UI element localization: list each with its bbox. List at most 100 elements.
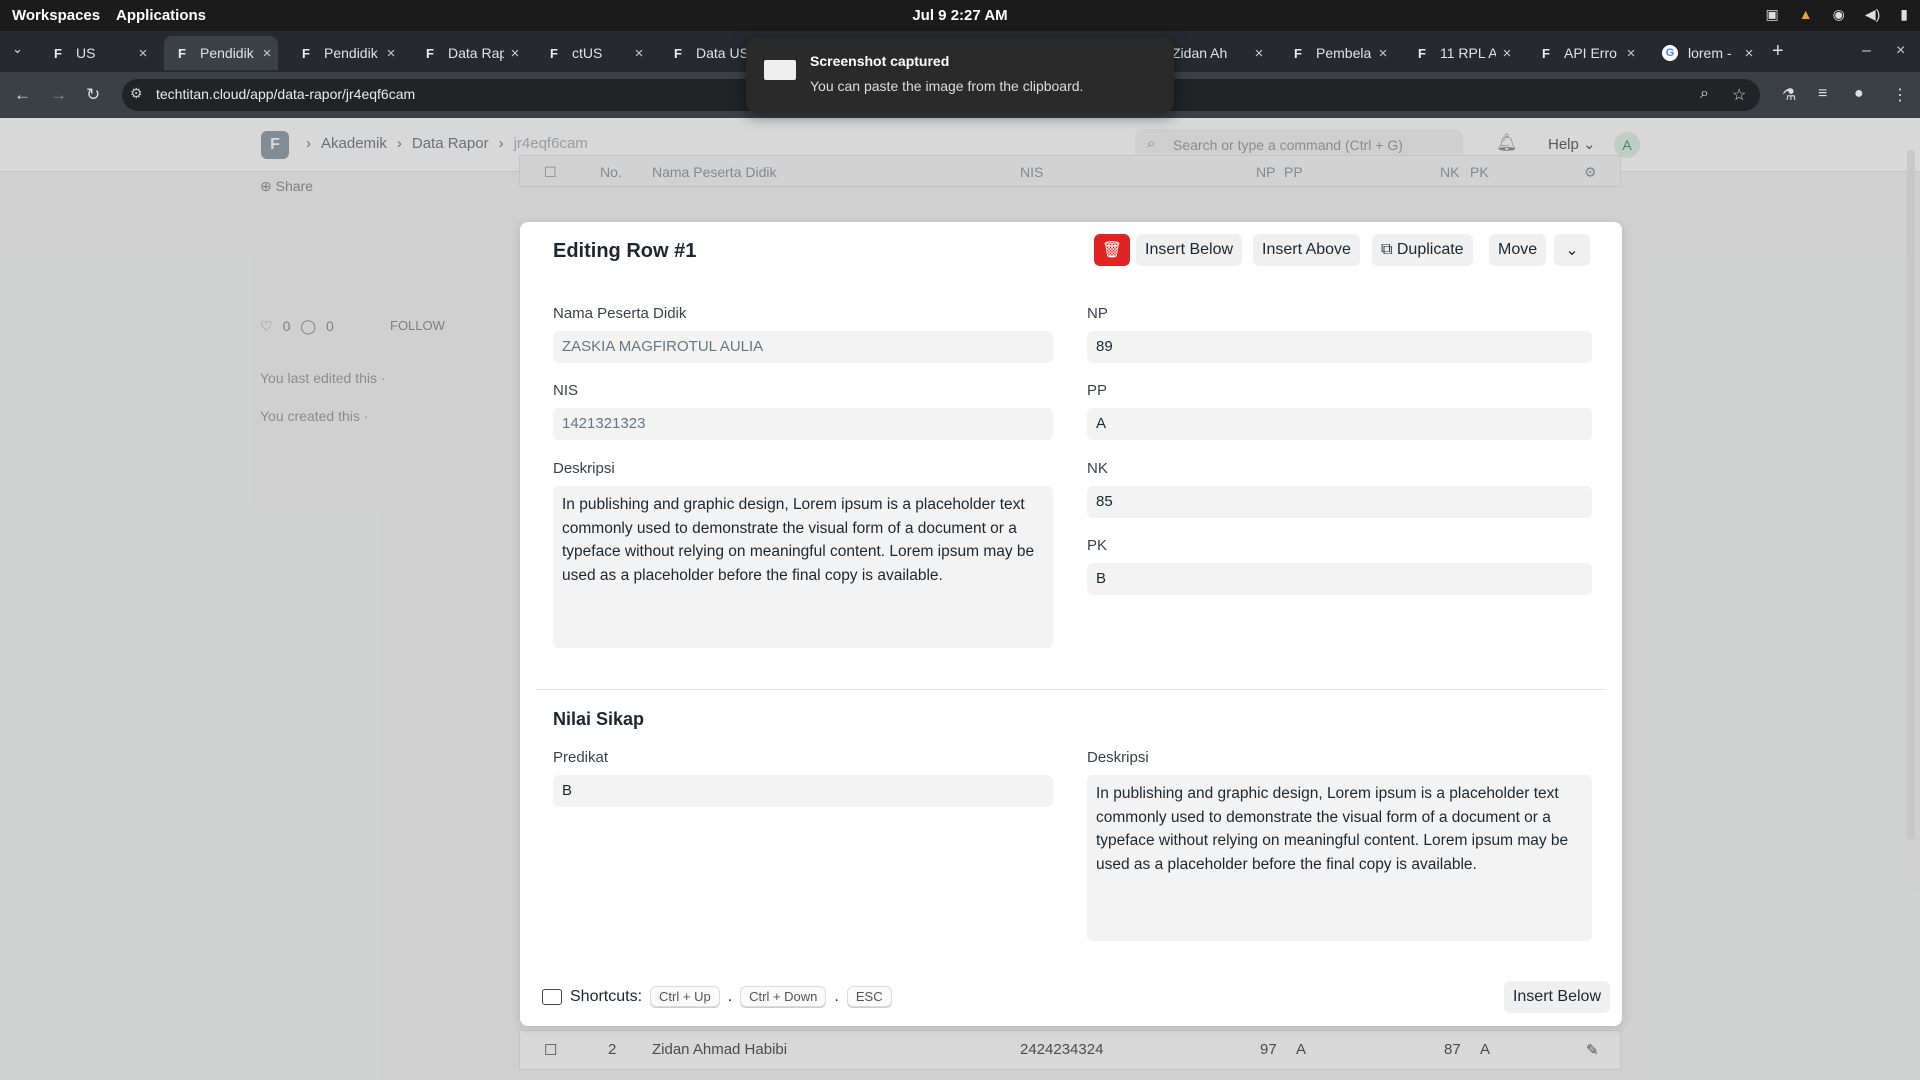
frappe-favicon-icon: F <box>674 45 682 61</box>
frappe-favicon-icon: F <box>302 45 310 61</box>
deskripsi-textarea[interactable]: In publishing and graphic design, Lorem … <box>553 486 1053 648</box>
close-tab-icon[interactable]: × <box>628 45 650 62</box>
tab-ctus[interactable]: FctUS × <box>536 36 650 70</box>
duplicate-icon: ⧉ <box>1381 241 1397 258</box>
insert-above-button[interactable]: Insert Above <box>1253 234 1360 266</box>
close-tab-icon[interactable]: × <box>1372 45 1394 62</box>
nis-label: NIS <box>553 382 579 399</box>
tab-api-error[interactable]: F API Erro × <box>1528 36 1642 70</box>
trash-icon: 🗑︎ <box>1101 242 1123 259</box>
keyboard-icon <box>542 988 562 1005</box>
sikap-deskripsi-textarea[interactable]: In publishing and graphic design, Lorem … <box>1087 775 1592 941</box>
duplicate-button[interactable]: ⧉ Duplicate <box>1372 234 1473 266</box>
notification-title: Screenshot captured <box>810 53 950 69</box>
close-tab-icon[interactable]: × <box>132 45 154 62</box>
tab-title: API Erro <box>1564 45 1617 61</box>
site-info-icon[interactable]: ⚙ <box>130 85 143 102</box>
tab-title: Zidan Ah <box>1172 45 1228 61</box>
footer-insert-below-button[interactable]: Insert Below <box>1503 981 1610 1013</box>
wifi-icon[interactable]: ◉ <box>1833 6 1845 23</box>
frappe-favicon-icon: F <box>550 45 558 61</box>
shortcut-ctrl-down: Ctrl + Down <box>740 986 827 1007</box>
new-tab-icon[interactable]: + <box>1772 40 1784 63</box>
close-tab-icon[interactable]: × <box>1620 45 1642 62</box>
minimize-icon[interactable]: – <box>1862 42 1871 60</box>
forward-icon[interactable]: → <box>50 85 67 105</box>
close-window-icon[interactable]: × <box>1896 42 1905 60</box>
pk-field[interactable]: B <box>1087 563 1592 595</box>
pk-label: PK <box>1087 537 1108 554</box>
system-clock[interactable]: Jul 9 2:27 AM <box>880 7 1040 24</box>
frappe-favicon-icon: F <box>54 45 62 61</box>
shortcut-esc: ESC <box>846 986 892 1007</box>
frappe-favicon-icon: F <box>1542 45 1550 61</box>
np-field[interactable]: 89 <box>1087 331 1592 363</box>
tab-title: US <box>76 45 96 61</box>
profile-icon[interactable]: ● <box>1854 85 1864 103</box>
tab-title: Pendidik <box>200 45 254 61</box>
media-icon[interactable]: ≡ <box>1818 85 1827 103</box>
close-tab-icon[interactable]: × <box>380 45 402 62</box>
volume-icon[interactable]: ◀) <box>1865 6 1880 23</box>
reload-icon[interactable]: ↻ <box>86 85 100 105</box>
editor-title: Editing Row #1 <box>553 240 697 262</box>
tab-pendidik[interactable]: F Pendidik × <box>288 36 402 70</box>
nk-label: NK <box>1087 460 1108 477</box>
close-tab-icon[interactable]: × <box>1496 45 1518 62</box>
shortcut-ctrl-up: Ctrl + Up <box>650 986 720 1007</box>
tab-title: Data US <box>696 45 749 61</box>
labs-icon[interactable]: ⚗ <box>1782 85 1796 105</box>
page-scrollbar[interactable] <box>1907 150 1915 840</box>
np-label: NP <box>1087 305 1108 322</box>
close-tab-icon[interactable]: × <box>256 45 278 62</box>
close-tab-icon[interactable]: × <box>504 45 526 62</box>
browser-menu-icon[interactable]: ⋮ <box>1892 85 1908 105</box>
applications-menu[interactable]: Applications <box>116 7 206 24</box>
sikap-deskripsi-label: Deskripsi <box>1087 749 1149 766</box>
nama-field[interactable]: ZASKIA MAGFIROTUL AULIA <box>553 331 1053 363</box>
tab-us[interactable]: F US × <box>40 36 154 70</box>
app-page: F › Akademik › Data Rapor › jr4eqf6cam ⌕… <box>0 118 1920 1080</box>
tab-title: ctUS <box>572 45 603 61</box>
screenshot-notification[interactable]: Screenshot captured You can paste the im… <box>746 38 1174 112</box>
screenshot-thumbnail <box>764 60 796 80</box>
zoom-icon[interactable]: ⌕ <box>1700 85 1709 103</box>
vlc-icon[interactable]: ▲ <box>1799 6 1813 23</box>
tab-title: lorem - <box>1688 45 1732 61</box>
system-tray: ▣ ▲ ◉ ◀) ▮ <box>1766 6 1908 23</box>
back-icon[interactable]: ← <box>14 85 31 105</box>
nk-field[interactable]: 85 <box>1087 486 1592 518</box>
tab-data-us[interactable]: F Data US <box>660 36 750 70</box>
tab-list-icon[interactable]: ⌄ <box>12 41 23 57</box>
frappe-favicon-icon: F <box>178 45 186 61</box>
tab-pembela[interactable]: F Pembela × <box>1280 36 1394 70</box>
nis-field[interactable]: 1421321323 <box>553 408 1053 440</box>
delete-row-button[interactable]: 🗑︎ <box>1094 234 1130 266</box>
insert-below-button[interactable]: Insert Below <box>1136 234 1243 266</box>
collapse-editor-button[interactable]: ⌄ <box>1554 234 1590 266</box>
close-tab-icon[interactable]: × <box>1738 45 1760 62</box>
predikat-label: Predikat <box>553 749 609 766</box>
chat-icon[interactable]: ▣ <box>1766 6 1779 23</box>
frappe-favicon-icon: F <box>426 45 434 61</box>
move-button[interactable]: Move <box>1489 234 1547 266</box>
url-text[interactable]: techtitan.cloud/app/data-rapor/jr4eqf6ca… <box>156 86 415 102</box>
tab-lorem-google[interactable]: Glorem - × <box>1652 36 1760 70</box>
notification-message: You can paste the image from the clipboa… <box>810 78 1084 94</box>
tab-title: Pembela <box>1316 45 1372 61</box>
tab-11-rpl[interactable]: F 11 RPL A × <box>1404 36 1518 70</box>
shortcuts-label: Shortcuts: <box>570 987 643 1005</box>
pp-label: PP <box>1087 382 1108 399</box>
shortcut-separator: . <box>834 987 839 1005</box>
tab-title: Data Rap <box>448 45 504 61</box>
predikat-field[interactable]: B <box>553 775 1053 807</box>
bookmark-star-icon[interactable]: ☆ <box>1732 85 1746 105</box>
tab-title: Pendidik <box>324 45 378 61</box>
close-tab-icon[interactable]: × <box>1248 45 1270 62</box>
battery-icon[interactable]: ▮ <box>1900 6 1908 23</box>
tab-pendidik-active[interactable]: F Pendidik × <box>164 36 278 70</box>
tab-zidan[interactable]: Zidan Ah × <box>1162 36 1270 70</box>
workspaces-menu[interactable]: Workspaces <box>12 7 100 24</box>
tab-data-rapor[interactable]: F Data Rap × <box>412 36 526 70</box>
pp-field[interactable]: A <box>1087 408 1592 440</box>
